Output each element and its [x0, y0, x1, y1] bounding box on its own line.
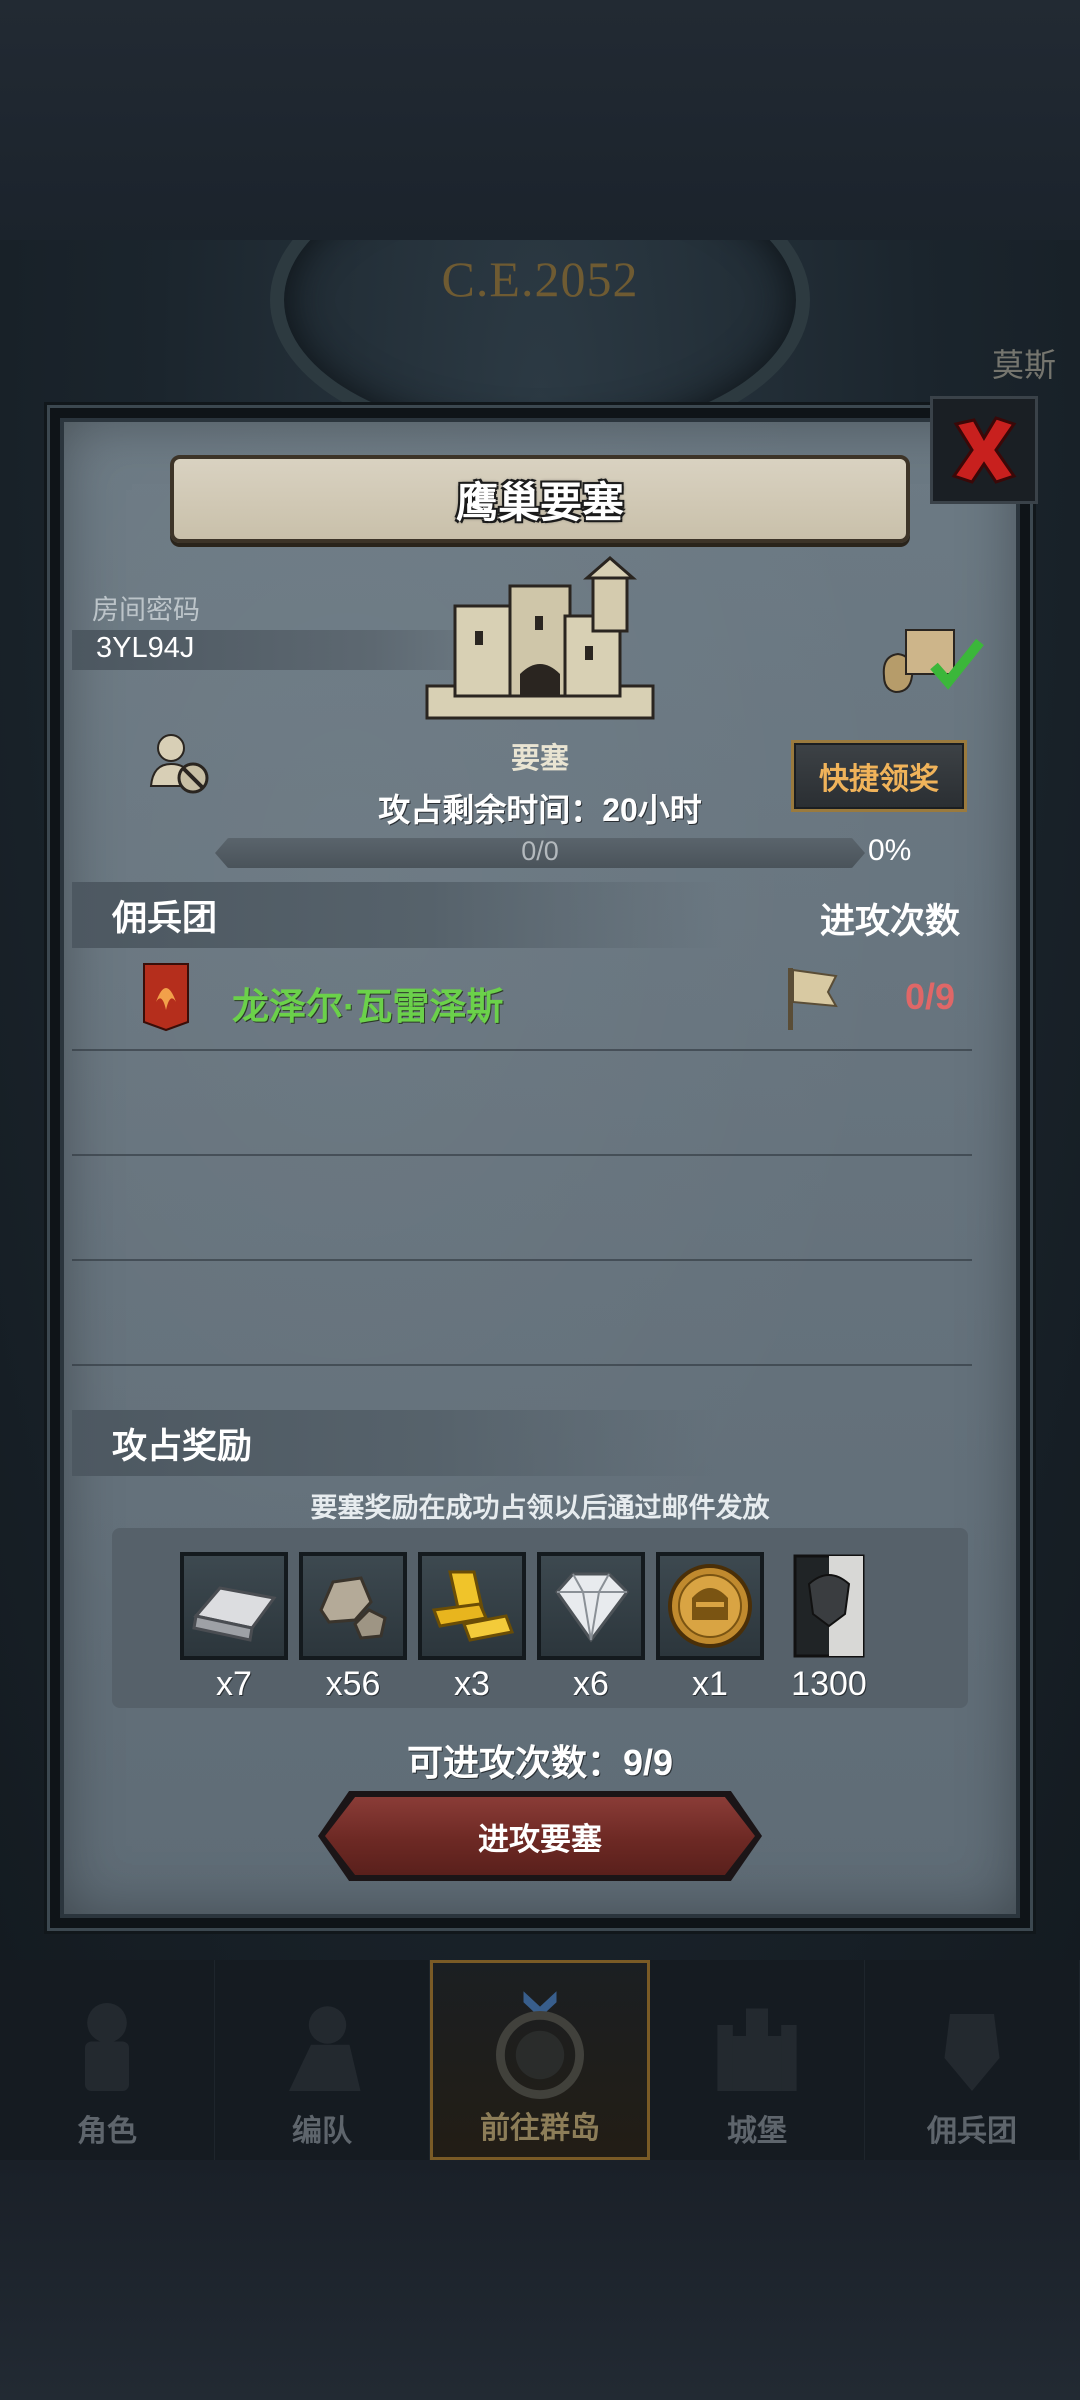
helmet-coin-icon — [668, 1564, 752, 1648]
nav-item-mercenary[interactable]: 佣兵团 — [865, 1960, 1080, 2160]
quick-claim-button[interactable]: 快捷领奖 — [791, 740, 967, 812]
reward-count: x3 — [454, 1665, 490, 1703]
nav-item-formation[interactable]: 编队 — [215, 1960, 430, 2160]
reward-item-silver[interactable] — [180, 1552, 288, 1660]
attack-fortress-button[interactable]: 进攻要塞 — [325, 1797, 755, 1875]
row-divider — [72, 1154, 972, 1156]
reward-note: 要塞奖励在成功占领以后通过邮件发放 — [310, 1493, 770, 1523]
reward-count: x6 — [573, 1665, 609, 1703]
nav-item-character[interactable]: 角色 — [0, 1960, 215, 2160]
soldier-icon — [289, 2006, 361, 2091]
reward-count: x1 — [692, 1665, 728, 1703]
stone-icon — [319, 1576, 387, 1640]
nav-label: 前往群岛 — [480, 2112, 600, 2145]
diamond-icon — [555, 1572, 629, 1643]
attack-flag-icon — [788, 968, 838, 1030]
loot-claimed-icon — [882, 629, 984, 694]
top-status-area — [0, 0, 1080, 240]
nav-label: 佣兵团 — [927, 2115, 1017, 2148]
nav-item-castle[interactable]: 城堡 — [650, 1960, 865, 2160]
dialog-title: 鹰巢要塞 — [455, 478, 624, 526]
bottom-nav: 角色 编队 前往群岛 城堡 佣兵团 — [0, 1960, 1080, 2160]
dialog-title-banner: 鹰巢要塞 — [170, 455, 910, 543]
progress-text: 0/0 — [521, 836, 559, 866]
close-button[interactable] — [930, 396, 1038, 504]
room-code-value: 3YL94J — [96, 632, 195, 664]
mercenary-section-header: 佣兵团 — [72, 882, 722, 948]
honor-banner-icon — [793, 1554, 865, 1658]
reward-item-stone[interactable] — [299, 1552, 407, 1660]
silver-bar-icon — [192, 1586, 277, 1642]
mercenary-icon — [944, 2014, 1000, 2091]
no-member-icon — [149, 734, 209, 794]
era-label: C.E.2052 — [441, 251, 639, 307]
castle-icon — [717, 2008, 797, 2091]
attack-count-header: 进攻次数 — [820, 902, 961, 941]
reward-count: 1300 — [791, 1665, 867, 1703]
close-icon — [951, 416, 1017, 484]
gold-bars-icon — [431, 1570, 515, 1642]
reward-count: x7 — [216, 1665, 252, 1703]
row-divider — [72, 1364, 972, 1366]
knight-icon — [85, 2003, 129, 2091]
place-label: 莫斯 — [991, 347, 1056, 383]
nav-label: 编队 — [292, 2115, 352, 2148]
reward-count: x56 — [325, 1665, 381, 1703]
row-divider — [72, 1259, 972, 1261]
bottom-system-area — [0, 2160, 1080, 2400]
room-code-label: 房间密码 — [92, 595, 200, 625]
available-attacks: 可进攻次数：9/9 — [406, 1742, 674, 1783]
nav-item-islands[interactable]: 前往群岛 — [430, 1960, 650, 2160]
mercenary-name[interactable]: 龙泽尔·瓦雷泽斯 — [232, 976, 503, 1030]
island-icon — [496, 1991, 584, 2099]
reward-item-honor[interactable] — [775, 1552, 883, 1660]
nav-label: 城堡 — [727, 2115, 787, 2148]
reward-item-helmet[interactable] — [656, 1552, 764, 1660]
reward-section-header: 攻占奖励 — [72, 1410, 722, 1476]
reward-item-diamond[interactable] — [537, 1552, 645, 1660]
progress-percent: 0% — [868, 834, 912, 867]
fortress-castle-icon — [425, 556, 655, 720]
row-divider — [72, 1049, 972, 1051]
mercenary-attack-count: 0/9 — [905, 976, 956, 1017]
reward-item-gold[interactable] — [418, 1552, 526, 1660]
nav-label: 角色 — [77, 2115, 137, 2148]
mercenary-emblem-icon — [143, 963, 189, 1032]
